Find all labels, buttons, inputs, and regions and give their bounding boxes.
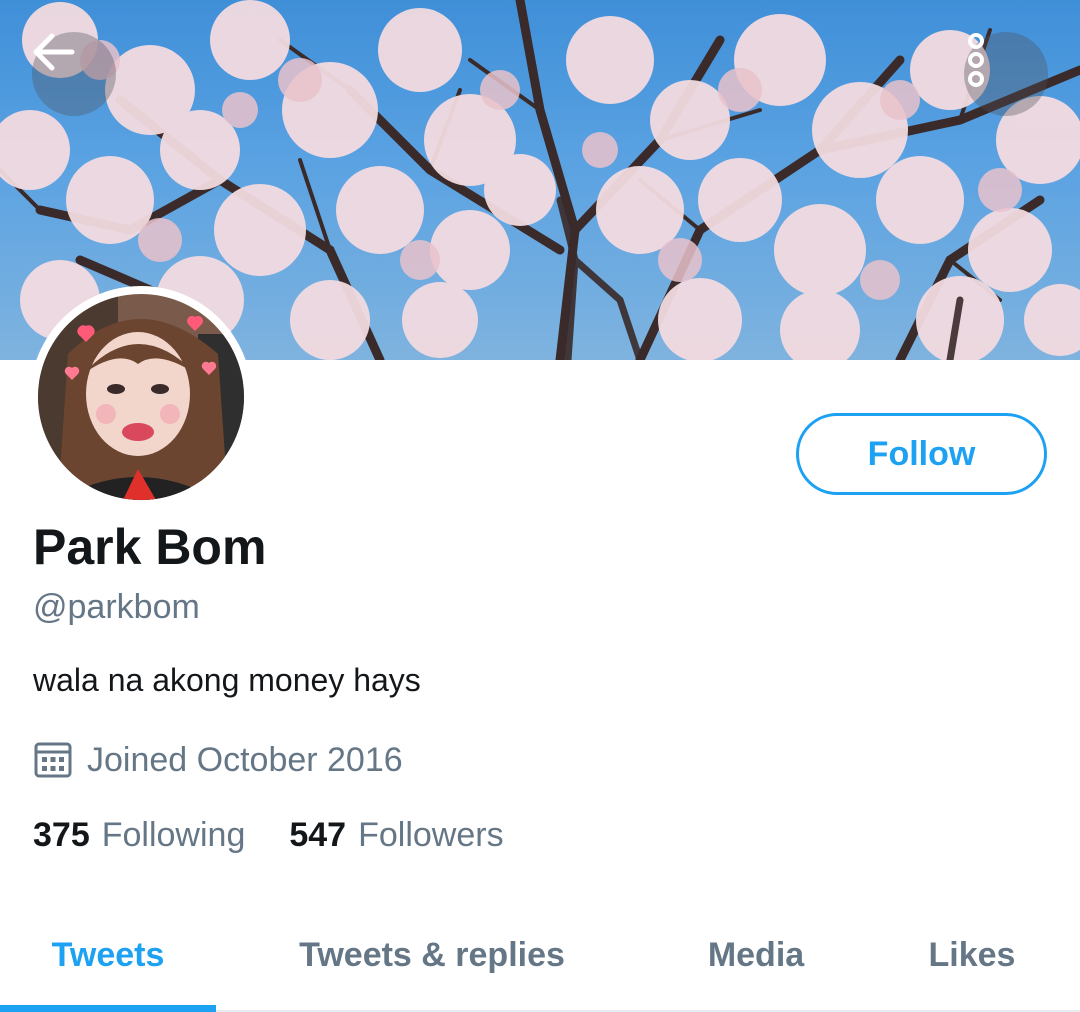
vertical-ellipsis-icon <box>968 33 984 87</box>
arrow-left-icon <box>33 33 75 71</box>
active-tab-indicator <box>0 1005 216 1012</box>
calendar-icon <box>34 742 72 778</box>
following-count: 375 <box>33 816 90 854</box>
username-handle: @parkbom <box>33 588 200 626</box>
following-label: Following <box>101 816 246 854</box>
following-stat[interactable]: 375 Following <box>33 816 245 855</box>
avatar-image <box>38 294 244 500</box>
tab-tweets[interactable]: Tweets <box>0 905 216 1005</box>
profile-bio: wala na akong money hays <box>33 662 421 698</box>
display-name: Park Bom <box>33 519 267 575</box>
join-date: Joined October 2016 <box>33 738 403 782</box>
tab-tweets-and-replies[interactable]: Tweets & replies <box>216 905 648 1005</box>
profile-tabs: Tweets Tweets & replies Media Likes <box>0 905 1080 1012</box>
followers-count: 547 <box>289 816 347 854</box>
follow-stats: 375 Following 547 Followers <box>33 816 504 855</box>
back-button[interactable] <box>32 32 116 116</box>
join-date-label: Joined October 2016 <box>87 740 403 779</box>
tab-likes[interactable]: Likes <box>864 905 1080 1005</box>
followers-stat[interactable]: 547 Followers <box>289 816 503 855</box>
profile-page: Follow Park Bom @parkbom wala na akong m… <box>0 0 1080 1012</box>
avatar[interactable] <box>30 286 252 508</box>
more-options-button[interactable] <box>964 32 1048 116</box>
tab-media[interactable]: Media <box>648 905 864 1005</box>
follow-button[interactable]: Follow <box>796 413 1047 495</box>
followers-label: Followers <box>358 816 504 854</box>
